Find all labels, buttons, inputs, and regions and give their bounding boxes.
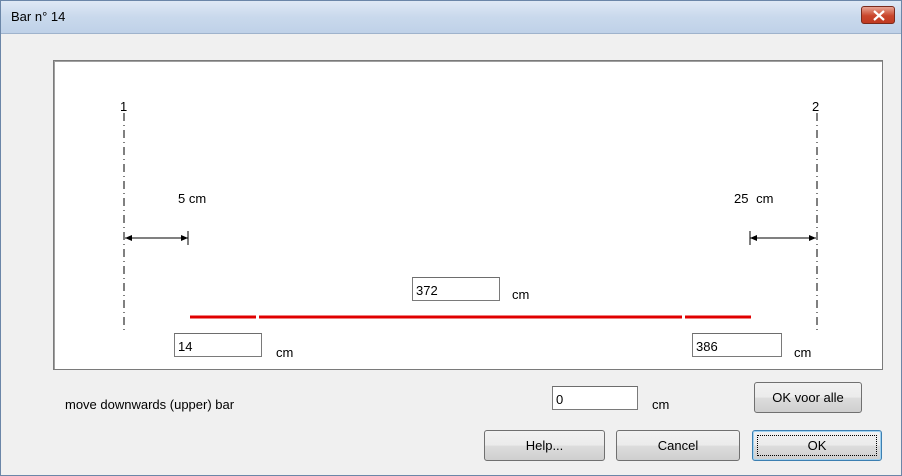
move-downwards-label: move downwards (upper) bar bbox=[65, 397, 235, 412]
cancel-button[interactable]: Cancel bbox=[616, 430, 740, 461]
start-position-input[interactable] bbox=[174, 333, 262, 357]
window-title: Bar n° 14 bbox=[11, 9, 66, 24]
close-icon bbox=[873, 10, 885, 21]
left-offset-value: 5 bbox=[178, 191, 186, 206]
move-downwards-input[interactable] bbox=[552, 386, 638, 410]
right-offset-dimension bbox=[749, 231, 816, 245]
dialog-window: Bar n° 14 1 2 5 cm 25 cm 372 cm 14 cm 38… bbox=[0, 0, 902, 476]
close-button[interactable] bbox=[861, 6, 895, 24]
start-position-unit: cm bbox=[276, 345, 294, 360]
right-offset-unit: cm bbox=[756, 191, 774, 206]
title-bar[interactable]: Bar n° 14 bbox=[1, 1, 901, 34]
dialog-client-area: 1 2 5 cm 25 cm cm cm cm move downwards (… bbox=[1, 34, 901, 475]
right-offset-value: 25 bbox=[734, 191, 749, 206]
bar-length-unit: cm bbox=[512, 287, 530, 302]
bar-length-input[interactable] bbox=[412, 277, 500, 301]
ok-all-button[interactable]: OK voor alle bbox=[754, 382, 862, 413]
help-button[interactable]: Help... bbox=[484, 430, 605, 461]
end-position-input[interactable] bbox=[692, 333, 782, 357]
end-position-unit: cm bbox=[794, 345, 812, 360]
left-offset-text: 5 cm bbox=[178, 191, 206, 206]
ok-button[interactable]: OK bbox=[752, 430, 882, 461]
focus-rectangle bbox=[757, 435, 877, 456]
support-left-label: 1 bbox=[120, 99, 128, 114]
left-offset-dimension bbox=[125, 231, 189, 245]
bar-diagram-panel: 1 2 5 cm 25 cm cm cm cm bbox=[53, 60, 883, 370]
bar-diagram bbox=[123, 113, 818, 333]
move-downwards-unit: cm bbox=[652, 397, 670, 412]
left-offset-unit: cm bbox=[188, 191, 207, 206]
right-offset-text: 25 cm bbox=[734, 191, 773, 206]
support-right-label: 2 bbox=[812, 99, 820, 114]
